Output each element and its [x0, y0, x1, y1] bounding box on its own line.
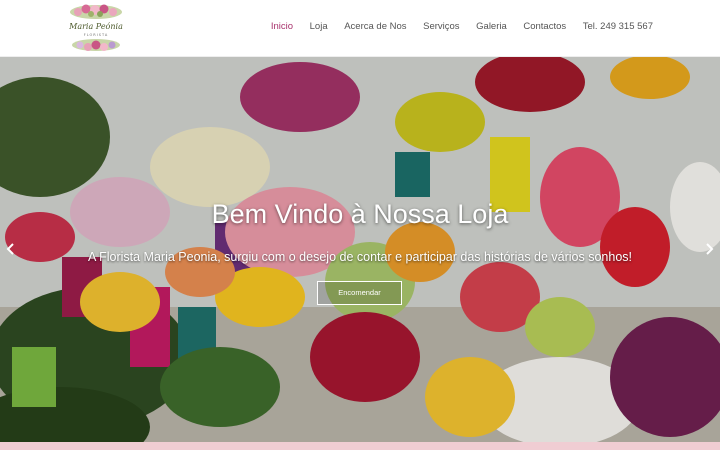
slider-next-button[interactable]	[702, 240, 716, 258]
nav-item-phone[interactable]: Tel. 249 315 567	[574, 21, 653, 33]
bottom-strip	[0, 442, 720, 450]
logo[interactable]: Maria Peónia FLORISTA	[64, 2, 128, 54]
nav-item-servicos[interactable]: Serviços	[415, 21, 468, 33]
chevron-left-icon	[6, 243, 14, 255]
nav-item-galeria[interactable]: Galeria	[468, 21, 515, 33]
hero-subtitle: A Florista Maria Peonia, surgiu com o de…	[87, 250, 633, 264]
main-nav: Inicio Loja Acerca de Nos Serviços Galer…	[263, 21, 653, 33]
nav-item-loja[interactable]: Loja	[301, 21, 336, 33]
logo-tagline: FLORISTA	[83, 33, 109, 37]
logo-name: Maria Peónia	[69, 22, 123, 31]
slider-prev-button[interactable]	[4, 240, 18, 258]
nav-item-inicio[interactable]: Inicio	[263, 21, 302, 33]
order-button[interactable]: Encomendar	[317, 281, 402, 305]
site-header: Maria Peónia FLORISTA Inicio Loja Acerca…	[0, 0, 720, 57]
chevron-right-icon	[706, 243, 714, 255]
hero-slider: Bem Vindo à Nossa Loja A Florista Maria …	[0, 57, 720, 442]
hero-title: Bem Vindo à Nossa Loja	[211, 199, 509, 229]
nav-item-contactos[interactable]: Contactos	[515, 21, 574, 33]
nav-item-acerca-de-nos[interactable]: Acerca de Nos	[336, 21, 415, 33]
